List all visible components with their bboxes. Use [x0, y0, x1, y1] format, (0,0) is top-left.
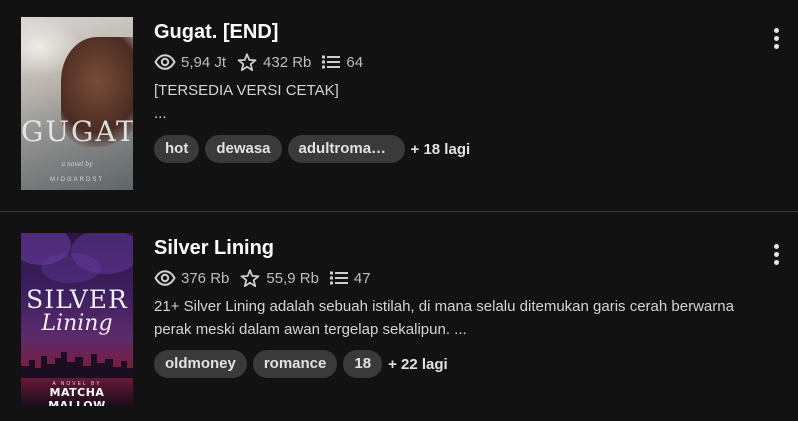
more-tags-link[interactable]: + 22 lagi: [388, 356, 448, 373]
reads-stat: 376 Rb: [154, 270, 229, 287]
description-line: [TERSEDIA VERSI CETAK]: [154, 82, 339, 99]
description-line: perak meski dalam awan tergelap sekalipu…: [154, 321, 467, 338]
star-icon: [241, 268, 260, 287]
reads-count: 5,94 Jt: [181, 53, 227, 71]
story-stats: 5,94 Jt 432 Rb 64: [154, 52, 373, 72]
story-title[interactable]: Silver Lining: [154, 237, 274, 260]
tag-18[interactable]: 18: [343, 350, 383, 378]
cover-subtitle: a novel by: [61, 161, 93, 168]
votes-stat: 432 Rb: [236, 52, 311, 73]
story-stats: 376 Rb 55,9 Rb 47: [154, 268, 381, 288]
story-card[interactable]: SILVER Lining A NOVEL BY MATCHA MALLOW S…: [0, 212, 798, 421]
book-cover[interactable]: SILVER Lining A NOVEL BY MATCHA MALLOW: [21, 233, 133, 406]
tag-adultromance[interactable]: adultromance: [287, 135, 405, 163]
cover-title: GUGAT.: [21, 115, 133, 148]
more-vertical-icon[interactable]: [764, 240, 788, 268]
book-cover[interactable]: GUGAT. a novel by MIDGARDST: [21, 17, 133, 190]
story-description: [TERSEDIA VERSI CETAK] ...: [154, 79, 784, 125]
more-tags-link[interactable]: + 18 lagi: [411, 141, 471, 158]
votes-count: 432 Rb: [263, 53, 312, 71]
tag-list: oldmoney romance 18 + 22 lagi: [154, 350, 448, 378]
reads-stat: 5,94 Jt: [154, 54, 226, 71]
tag-oldmoney[interactable]: oldmoney: [154, 350, 247, 378]
cover-author: MIDGARDST: [50, 177, 104, 183]
star-icon: [237, 52, 257, 71]
cover-title-script: Lining: [41, 311, 113, 336]
parts-count: 47: [353, 269, 371, 287]
parts-stat: 64: [321, 54, 363, 71]
tag-romance[interactable]: romance: [252, 350, 338, 378]
votes-stat: 55,9 Rb: [239, 268, 319, 289]
story-card[interactable]: GUGAT. a novel by MIDGARDST Gugat. [END]…: [0, 0, 798, 211]
city-skyline: [21, 352, 133, 378]
tag-dewasa[interactable]: dewasa: [205, 135, 282, 163]
story-title[interactable]: Gugat. [END]: [154, 21, 278, 44]
description-line: 21+ Silver Lining adalah sebuah istilah,…: [154, 298, 734, 315]
story-description: 21+ Silver Lining adalah sebuah istilah,…: [154, 295, 784, 341]
reads-count: 376 Rb: [181, 269, 230, 287]
eye-icon: [154, 270, 176, 286]
list-icon: [329, 271, 348, 285]
cover-author: MATCHA MALLOW: [48, 386, 106, 406]
parts-stat: 47: [329, 270, 371, 287]
eye-icon: [154, 54, 176, 70]
votes-count: 55,9 Rb: [266, 269, 319, 287]
cover-title: SILVER: [26, 285, 128, 314]
list-icon: [322, 55, 341, 69]
tag-list: hot dewasa adultromance + 18 lagi: [154, 135, 470, 163]
parts-count: 64: [346, 53, 364, 71]
description-line: ...: [154, 105, 167, 122]
more-vertical-icon[interactable]: [764, 24, 788, 52]
tag-hot[interactable]: hot: [154, 135, 200, 163]
